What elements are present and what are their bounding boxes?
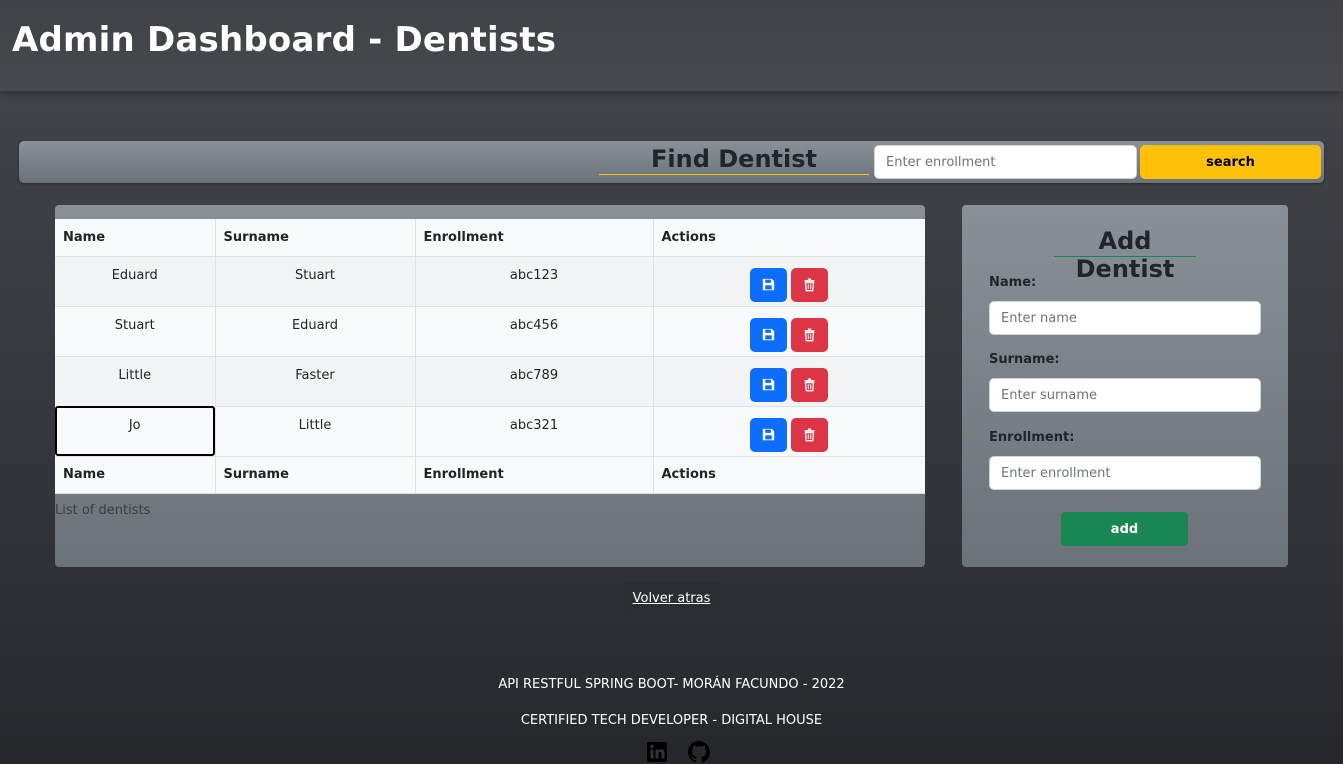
back-button[interactable]: Volver atras — [623, 582, 720, 615]
footer-credits: API RESTFUL SPRING BOOT- MORÁN FACUNDO -… — [498, 677, 845, 692]
cell-surname[interactable]: Little — [215, 406, 416, 457]
github-icon[interactable] — [688, 741, 710, 763]
cell-enrollment[interactable]: abc123 — [415, 256, 654, 307]
cell-actions — [653, 356, 925, 407]
column-header-enrollment: Enrollment — [415, 219, 654, 257]
column-footer-actions: Actions — [653, 456, 925, 494]
cell-enrollment[interactable]: abc321 — [415, 406, 654, 457]
footer-certification: CERTIFIED TECH DEVELOPER - DIGITAL HOUSE — [520, 713, 823, 728]
save-icon — [763, 328, 775, 340]
cell-name[interactable]: Jo — [55, 406, 216, 457]
save-icon — [763, 278, 775, 290]
page-header: Admin Dashboard - Dentists — [0, 0, 1343, 91]
cell-actions — [653, 406, 925, 457]
linkedin-icon[interactable] — [646, 741, 668, 763]
cell-actions — [653, 306, 925, 357]
trash-icon — [804, 378, 815, 391]
table-row: Stuart Eduard abc456 — [55, 306, 925, 357]
trash-icon — [804, 428, 815, 441]
table-row: Little Faster abc789 — [55, 356, 925, 407]
find-dentist-bar: Find Dentist search — [19, 141, 1324, 183]
find-enrollment-input[interactable] — [874, 145, 1137, 179]
surname-label: Surname: — [989, 352, 1060, 367]
column-header-actions: Actions — [653, 219, 925, 257]
cell-actions — [653, 256, 925, 307]
column-footer-enrollment: Enrollment — [415, 456, 654, 494]
save-button[interactable] — [750, 317, 788, 352]
cell-name[interactable]: Stuart — [55, 306, 216, 357]
cell-enrollment[interactable]: abc789 — [415, 356, 654, 407]
find-dentist-title: Find Dentist — [599, 145, 869, 175]
cell-name[interactable]: Eduard — [55, 256, 216, 307]
save-button[interactable] — [750, 367, 788, 402]
name-label: Name: — [989, 275, 1037, 290]
table-caption: List of dentists — [55, 503, 151, 518]
column-header-name: Name — [55, 219, 216, 257]
page-title: Admin Dashboard - Dentists — [12, 20, 557, 60]
add-button[interactable]: add — [1061, 512, 1188, 546]
name-field[interactable] — [989, 301, 1261, 335]
enrollment-label: Enrollment: — [989, 430, 1075, 445]
table-footer-row: Name Surname Enrollment Actions — [55, 456, 925, 494]
column-footer-surname: Surname — [215, 456, 416, 494]
add-dentist-title: Add Dentist — [1054, 227, 1196, 283]
add-dentist-card: Add Dentist Name: Surname: Enrollment: a… — [962, 205, 1288, 567]
delete-button[interactable] — [791, 317, 829, 352]
cell-enrollment[interactable]: abc456 — [415, 306, 654, 357]
table-row: Jo Little abc321 — [55, 406, 925, 457]
surname-field[interactable] — [989, 378, 1261, 412]
dentists-table: Name Surname Enrollment Actions Eduard S… — [55, 219, 925, 494]
cell-surname[interactable]: Faster — [215, 356, 416, 407]
search-button[interactable]: search — [1140, 145, 1321, 179]
trash-icon — [804, 278, 815, 291]
save-button[interactable] — [750, 267, 788, 302]
dentists-table-card: Name Surname Enrollment Actions Eduard S… — [55, 205, 925, 567]
save-button[interactable] — [750, 417, 788, 452]
cell-name[interactable]: Little — [55, 356, 216, 407]
table-header-row: Name Surname Enrollment Actions — [55, 219, 925, 257]
save-icon — [763, 428, 775, 440]
delete-button[interactable] — [791, 267, 829, 302]
trash-icon — [804, 328, 815, 341]
column-footer-name: Name — [55, 456, 216, 494]
cell-surname[interactable]: Stuart — [215, 256, 416, 307]
delete-button[interactable] — [791, 417, 829, 452]
enrollment-field[interactable] — [989, 456, 1261, 490]
column-header-surname: Surname — [215, 219, 416, 257]
save-icon — [763, 378, 775, 390]
cell-surname[interactable]: Eduard — [215, 306, 416, 357]
delete-button[interactable] — [791, 367, 829, 402]
table-row: Eduard Stuart abc123 — [55, 256, 925, 307]
